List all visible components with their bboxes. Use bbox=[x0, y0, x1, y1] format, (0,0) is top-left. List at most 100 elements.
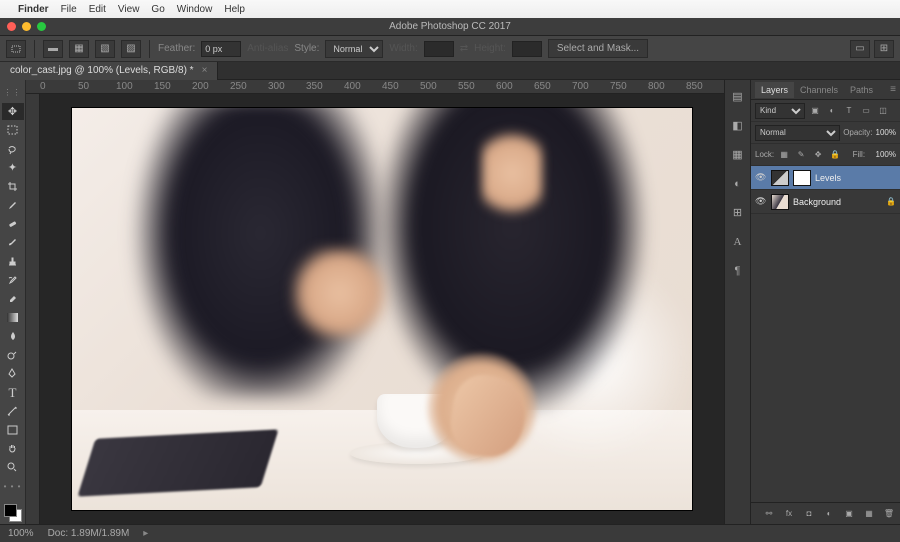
dodge-tool[interactable] bbox=[2, 346, 24, 364]
visibility-icon[interactable]: 👁 bbox=[755, 196, 767, 207]
layer-levels[interactable]: 👁 Levels bbox=[751, 166, 900, 190]
character-panel-icon[interactable]: A bbox=[729, 233, 747, 250]
menu-edit[interactable]: Edit bbox=[89, 4, 106, 15]
eyedropper-tool[interactable] bbox=[2, 196, 24, 214]
tab-close-icon[interactable]: × bbox=[202, 65, 208, 76]
menubar-app[interactable]: Finder bbox=[18, 4, 49, 15]
paragraph-panel-icon[interactable]: ¶ bbox=[729, 262, 747, 279]
link-layers-icon[interactable]: ⚯ bbox=[762, 507, 776, 521]
blend-mode-select[interactable]: Normal bbox=[755, 125, 840, 141]
path-tool[interactable] bbox=[2, 402, 24, 420]
filter-adjust-icon[interactable]: ◐ bbox=[825, 104, 839, 118]
document-tab[interactable]: color_cast.jpg @ 100% (Levels, RGB/8) * … bbox=[0, 62, 218, 80]
zoom-icon[interactable] bbox=[37, 22, 46, 31]
tool-dots-icon[interactable]: • • • bbox=[2, 477, 24, 495]
new-layer-icon[interactable]: ▦ bbox=[862, 507, 876, 521]
minimize-icon[interactable] bbox=[22, 22, 31, 31]
color-panel-icon[interactable]: ◧ bbox=[729, 117, 747, 134]
layer-background[interactable]: 👁 Background 🔒 bbox=[751, 190, 900, 214]
gradient-tool[interactable] bbox=[2, 309, 24, 327]
tab-layers[interactable]: Layers bbox=[755, 82, 794, 98]
canvas[interactable] bbox=[40, 94, 724, 524]
filter-smart-icon[interactable]: ◫ bbox=[876, 104, 890, 118]
group-icon[interactable]: ▣ bbox=[842, 507, 856, 521]
layer-name[interactable]: Background bbox=[793, 197, 841, 207]
layers-panel: Layers Channels Paths ≡ Kind ▣ ◐ T ▭ ◫ N… bbox=[750, 80, 900, 524]
lock-all-icon[interactable]: 🔒 bbox=[828, 148, 842, 162]
mask-icon[interactable]: ◘ bbox=[802, 507, 816, 521]
fx-icon[interactable]: fx bbox=[782, 507, 796, 521]
heal-tool[interactable] bbox=[2, 215, 24, 233]
filter-image-icon[interactable]: ▣ bbox=[808, 104, 822, 118]
height-input bbox=[512, 41, 542, 57]
panel-menu-icon[interactable]: ≡ bbox=[890, 84, 900, 95]
grip-icon[interactable]: ⋮⋮ bbox=[2, 84, 24, 102]
color-swatch[interactable] bbox=[2, 502, 24, 524]
feather-input[interactable] bbox=[201, 41, 241, 57]
mask-thumb bbox=[793, 170, 811, 186]
close-icon[interactable] bbox=[7, 22, 16, 31]
select-and-mask-button[interactable]: Select and Mask... bbox=[548, 39, 648, 58]
blur-tool[interactable] bbox=[2, 328, 24, 346]
history-brush-tool[interactable] bbox=[2, 271, 24, 289]
menu-help[interactable]: Help bbox=[224, 4, 245, 15]
lock-icon[interactable]: 🔒 bbox=[886, 197, 896, 206]
new-selection-icon[interactable]: ▬ bbox=[43, 40, 63, 58]
menu-window[interactable]: Window bbox=[177, 4, 213, 15]
move-tool[interactable]: ✥ bbox=[2, 103, 24, 121]
window-title: Adobe Photoshop CC 2017 bbox=[389, 21, 511, 32]
swap-icon: ⇄ bbox=[460, 43, 468, 54]
fill-value[interactable]: 100% bbox=[876, 150, 896, 159]
eraser-tool[interactable] bbox=[2, 290, 24, 308]
subtract-selection-icon[interactable]: ▧ bbox=[95, 40, 115, 58]
antialias-label: Anti-alias bbox=[247, 43, 288, 54]
brush-tool[interactable] bbox=[2, 234, 24, 252]
lasso-tool[interactable] bbox=[2, 140, 24, 158]
wand-tool[interactable]: ✦ bbox=[2, 159, 24, 177]
intersect-selection-icon[interactable]: ▨ bbox=[121, 40, 141, 58]
lock-pixels-icon[interactable]: ✎ bbox=[794, 148, 808, 162]
doc-info[interactable]: Doc: 1.89M/1.89M bbox=[48, 528, 130, 539]
panel-dock: ▤ ◧ ▦ ◐ ⊞ A ¶ bbox=[724, 80, 750, 524]
adjustment-icon[interactable]: ◐ bbox=[822, 507, 836, 521]
width-label: Width: bbox=[389, 43, 417, 54]
type-tool[interactable]: T bbox=[2, 384, 24, 402]
lock-transparent-icon[interactable]: ▦ bbox=[777, 148, 791, 162]
style-select[interactable]: Normal bbox=[325, 40, 383, 58]
hand-tool[interactable] bbox=[2, 440, 24, 458]
fg-color[interactable] bbox=[4, 504, 17, 517]
lock-position-icon[interactable]: ✥ bbox=[811, 148, 825, 162]
crop-tool[interactable] bbox=[2, 178, 24, 196]
pen-tool[interactable] bbox=[2, 365, 24, 383]
tab-paths[interactable]: Paths bbox=[844, 82, 879, 98]
menu-go[interactable]: Go bbox=[151, 4, 164, 15]
workspace-icon[interactable]: ▭ bbox=[850, 40, 870, 58]
layer-name[interactable]: Levels bbox=[815, 173, 841, 183]
status-arrow-icon[interactable]: ▸ bbox=[143, 528, 148, 539]
marquee-tool[interactable] bbox=[2, 121, 24, 139]
rectangle-tool[interactable] bbox=[2, 421, 24, 439]
menu-file[interactable]: File bbox=[61, 4, 77, 15]
delete-layer-icon[interactable]: 🗑 bbox=[882, 507, 896, 521]
opacity-value[interactable]: 100% bbox=[876, 128, 896, 137]
visibility-icon[interactable]: 👁 bbox=[755, 172, 767, 183]
filter-shape-icon[interactable]: ▭ bbox=[859, 104, 873, 118]
tab-channels[interactable]: Channels bbox=[794, 82, 844, 98]
layer-filter-select[interactable]: Kind bbox=[755, 103, 805, 119]
style-label: Style: bbox=[294, 43, 319, 54]
styles-panel-icon[interactable]: ⊞ bbox=[729, 204, 747, 221]
swatches-panel-icon[interactable]: ▦ bbox=[729, 146, 747, 163]
menu-view[interactable]: View bbox=[118, 4, 140, 15]
tool-preset-icon[interactable] bbox=[6, 40, 26, 58]
search-icon[interactable]: ⊞ bbox=[874, 40, 894, 58]
adjustment-thumb bbox=[771, 170, 789, 186]
traffic-lights bbox=[7, 22, 46, 31]
filter-type-icon[interactable]: T bbox=[842, 104, 856, 118]
zoom-tool[interactable] bbox=[2, 459, 24, 477]
add-selection-icon[interactable]: ▦ bbox=[69, 40, 89, 58]
stamp-tool[interactable] bbox=[2, 253, 24, 271]
history-panel-icon[interactable]: ▤ bbox=[729, 88, 747, 105]
adjustments-panel-icon[interactable]: ◐ bbox=[729, 175, 747, 192]
document-image bbox=[72, 108, 692, 510]
zoom-value[interactable]: 100% bbox=[8, 528, 34, 539]
